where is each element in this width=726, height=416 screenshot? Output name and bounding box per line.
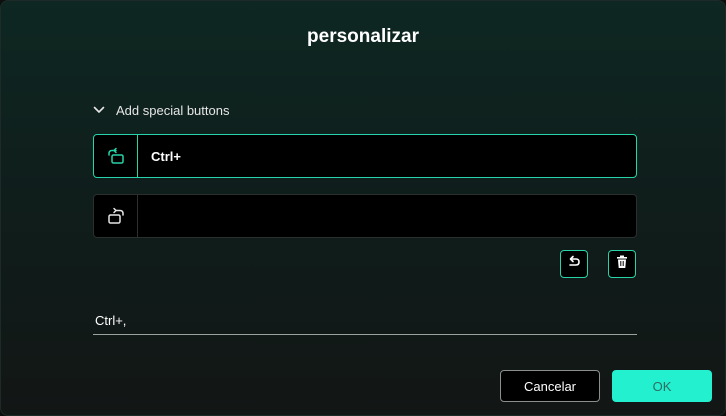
trash-icon (616, 255, 628, 274)
shortcut-preview-field[interactable]: Ctrl+, (93, 311, 637, 335)
dialog-title: personalizar (307, 26, 419, 47)
cancel-button[interactable]: Cancelar (500, 370, 600, 402)
ok-button[interactable]: OK (612, 370, 712, 402)
special-button-value-2[interactable] (138, 195, 636, 237)
personalize-dialog: personalizar Add special buttons Ctrl+ C… (0, 0, 726, 416)
special-button-row-2[interactable] (93, 194, 637, 238)
undo-button[interactable] (560, 250, 588, 278)
undo-icon (567, 255, 581, 274)
rotate-ccw-screen-icon (94, 135, 138, 177)
delete-button[interactable] (608, 250, 636, 278)
special-button-row-1[interactable]: Ctrl+ (93, 134, 637, 178)
special-button-value-1[interactable]: Ctrl+ (138, 135, 636, 177)
section-label: Add special buttons (116, 102, 230, 118)
rotate-cw-screen-icon (94, 195, 138, 237)
chevron-down-icon (92, 103, 106, 117)
add-special-buttons-toggle[interactable]: Add special buttons (92, 101, 229, 119)
